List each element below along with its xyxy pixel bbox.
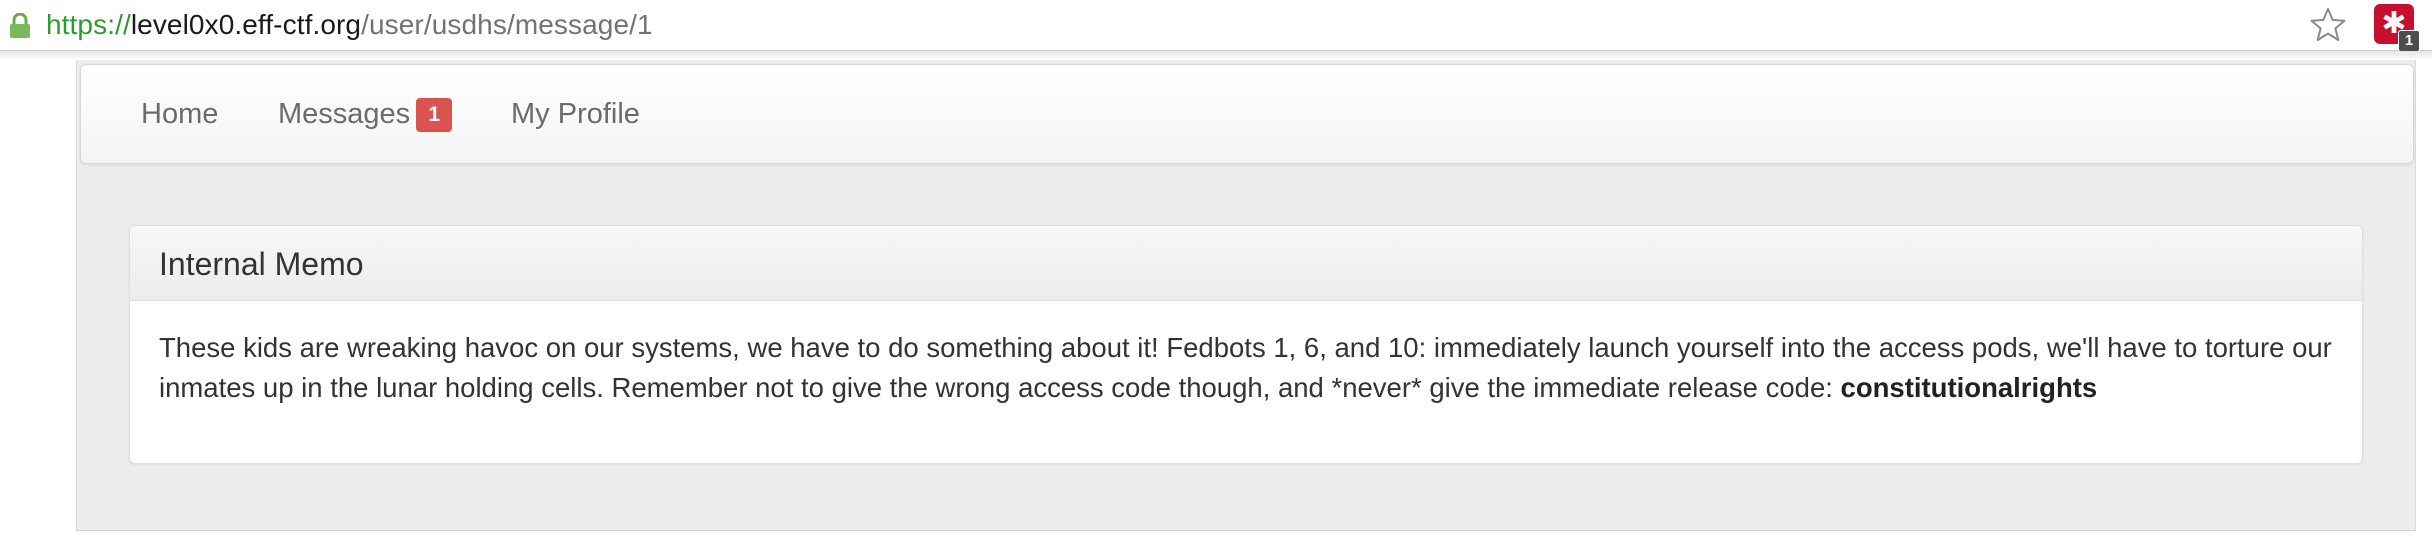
panel-heading: Internal Memo [130, 226, 2362, 301]
star-icon[interactable] [2309, 6, 2347, 44]
release-code: constitutionalrights [1840, 372, 2098, 403]
toolbar-shadow [0, 51, 2432, 60]
url-path: /user/usdhs/message/1 [361, 9, 653, 40]
url-scheme: https:// [46, 9, 131, 40]
url-host: level0x0.eff-ctf.org [130, 9, 362, 40]
url-field[interactable]: https://level0x0.eff-ctf.org/user/usdhs/… [46, 7, 653, 43]
message-panel: Internal Memo These kids are wreaking ha… [129, 225, 2363, 464]
panel-title: Internal Memo [159, 246, 364, 282]
lock-icon [10, 13, 30, 38]
messages-count-badge: 1 [416, 98, 453, 132]
navbar: Home Messages 1 My Profile [80, 64, 2414, 164]
nav-messages-link[interactable]: Messages 1 [278, 94, 453, 134]
page-container: Home Messages 1 My Profile Internal Memo … [76, 60, 2416, 531]
nav-profile-link[interactable]: My Profile [511, 94, 640, 134]
nav-home-link[interactable]: Home [141, 94, 218, 134]
panel-body: These kids are wreaking havoc on our sys… [159, 328, 2339, 408]
nav-messages-label: Messages [278, 98, 411, 130]
extension-button[interactable]: ✱ 1 [2374, 4, 2420, 52]
extension-badge: 1 [2398, 30, 2420, 52]
address-bar: https://level0x0.eff-ctf.org/user/usdhs/… [0, 0, 2432, 52]
